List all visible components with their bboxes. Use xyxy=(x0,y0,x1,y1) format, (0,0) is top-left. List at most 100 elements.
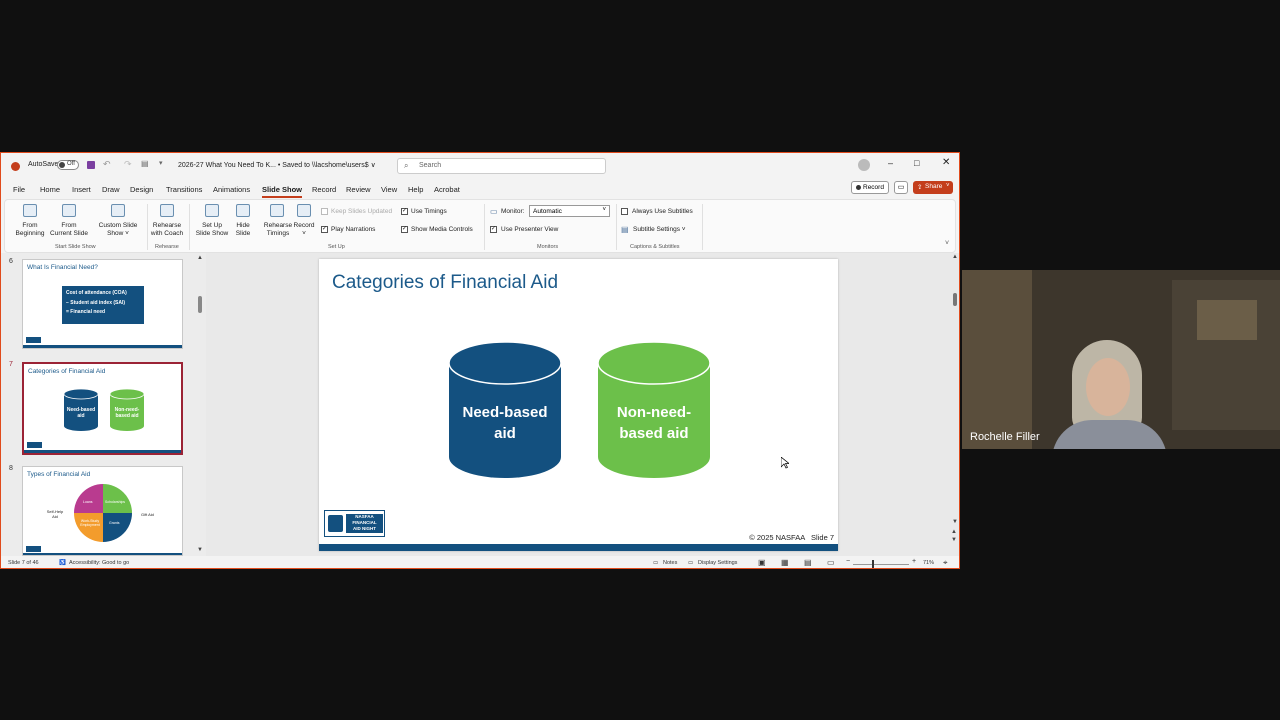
notes-icon[interactable]: ▭ xyxy=(653,560,658,566)
zoom-slider[interactable] xyxy=(853,564,909,565)
tab-file[interactable]: File xyxy=(13,185,25,194)
slide-footer: © 2025 NASFAA Slide 7 xyxy=(749,533,834,542)
nasfaa-logo-icon xyxy=(328,515,343,532)
present-icon[interactable]: ▤ xyxy=(141,159,149,168)
tab-record[interactable]: Record xyxy=(312,185,336,194)
tab-help[interactable]: Help xyxy=(408,185,423,194)
slide-sorter-icon[interactable]: ▦ xyxy=(781,558,789,567)
scroll-down-icon[interactable]: ▼ xyxy=(952,519,958,525)
setup-slide-show-button[interactable]: Set Up Slide Show xyxy=(193,222,231,238)
presenter-view-checkbox[interactable]: ✓ xyxy=(490,226,497,233)
thumbnail-scrollbar-thumb[interactable] xyxy=(198,296,202,313)
notes-button[interactable]: Notes xyxy=(663,560,677,566)
customize-toolbar-icon[interactable]: ▾ xyxy=(159,159,163,167)
share-label: Share xyxy=(925,183,943,190)
reading-view-icon[interactable]: ▤ xyxy=(804,558,812,567)
keep-slides-updated-checkbox[interactable] xyxy=(321,208,328,215)
hide-slide-button[interactable]: Hide Slide xyxy=(231,222,255,238)
tab-animations[interactable]: Animations xyxy=(213,185,250,194)
autosave-toggle[interactable]: Off xyxy=(57,160,79,170)
thumbnail-nonneed-label: Non-need-based aid xyxy=(114,407,140,419)
minimize-icon[interactable]: – xyxy=(888,158,893,168)
slide-scrollbar-thumb[interactable] xyxy=(953,293,957,306)
scroll-up-icon[interactable]: ▲ xyxy=(197,255,203,261)
comments-button[interactable]: ▭ xyxy=(894,181,908,194)
from-beginning-button[interactable]: From Beginning xyxy=(13,222,47,238)
slide-title[interactable]: Categories of Financial Aid xyxy=(332,272,558,294)
accessibility-icon[interactable]: ♿ xyxy=(59,560,66,566)
nasfaa-logo-icon xyxy=(26,337,41,343)
tab-home[interactable]: Home xyxy=(40,185,60,194)
nasfaa-logo: NASFAA FINANCIAL AID NIGHT xyxy=(324,510,385,537)
subtitle-settings-icon: ▤ xyxy=(621,225,629,234)
tab-view[interactable]: View xyxy=(381,185,397,194)
slide-thumbnail-6[interactable]: What Is Financial Need? Cost of attendan… xyxy=(22,259,183,349)
save-icon[interactable] xyxy=(87,161,95,169)
status-bar: Slide 7 of 46 ♿ Accessibility: Good to g… xyxy=(1,556,959,568)
accessibility-status[interactable]: Accessibility: Good to go xyxy=(69,560,129,566)
participant-name: Rochelle Filler xyxy=(970,431,1040,443)
close-icon[interactable]: ✕ xyxy=(942,157,950,168)
subtitle-settings-button[interactable]: Subtitle Settings ˅ xyxy=(633,226,686,233)
undo-icon[interactable]: ↶ xyxy=(103,159,111,170)
monitor-label: Monitor: xyxy=(501,208,525,215)
tab-acrobat[interactable]: Acrobat xyxy=(434,185,460,194)
use-timings-checkbox[interactable]: ✓ xyxy=(401,208,408,215)
maximize-icon[interactable]: □ xyxy=(914,158,919,168)
zoom-in-icon[interactable]: + xyxy=(912,558,916,565)
tab-draw[interactable]: Draw xyxy=(102,185,120,194)
record-slide-button[interactable]: Record ˅ xyxy=(293,222,315,238)
custom-slide-show-button[interactable]: Custom Slide Show ˅ xyxy=(95,222,141,238)
zoom-out-icon[interactable]: − xyxy=(846,558,850,565)
account-avatar[interactable] xyxy=(858,159,870,171)
rehearse-timings-icon xyxy=(270,204,284,217)
play-narrations-checkbox[interactable]: ✓ xyxy=(321,226,328,233)
scroll-up-icon[interactable]: ▲ xyxy=(952,254,958,260)
collapse-ribbon-icon[interactable]: ˅ xyxy=(945,240,949,247)
previous-slide-icon[interactable]: ▲ xyxy=(951,529,957,535)
document-title[interactable]: 2026-27 What You Need To K... • Saved to… xyxy=(178,161,376,169)
nasfaa-logo-icon xyxy=(26,546,41,552)
scroll-down-icon[interactable]: ▼ xyxy=(197,547,203,553)
rehearse-timings-button[interactable]: Rehearse Timings xyxy=(261,222,295,238)
nasfaa-logo-icon xyxy=(27,442,42,448)
share-icon: ⇪ xyxy=(917,184,923,191)
search-box[interactable]: ⌕ Search xyxy=(397,158,606,174)
tab-transitions[interactable]: Transitions xyxy=(166,185,202,194)
tab-slide-show[interactable]: Slide Show xyxy=(262,185,303,198)
rehearse-with-coach-button[interactable]: Rehearse with Coach xyxy=(149,222,185,238)
group-start-slide-show: Start Slide Show xyxy=(55,244,96,250)
next-slide-icon[interactable]: ▼ xyxy=(951,537,957,543)
tab-review[interactable]: Review xyxy=(346,185,371,194)
use-timings-label: Use Timings xyxy=(411,208,447,215)
record-button[interactable]: Record xyxy=(851,181,889,194)
always-subtitles-checkbox[interactable] xyxy=(621,208,628,215)
footer-bar xyxy=(319,544,838,551)
normal-view-icon[interactable]: ▣ xyxy=(758,558,766,567)
share-button[interactable]: ⇪ Share ˅ xyxy=(913,181,953,194)
thumb-quad-label: Scholarships xyxy=(105,500,126,504)
thumbnail-need-label: Need-based aid xyxy=(66,407,96,419)
display-settings-button[interactable]: Display Settings xyxy=(698,560,737,566)
thumbnail-formula-box: Cost of attendance (COA) − Student aid i… xyxy=(62,286,144,324)
slide-number: 6 xyxy=(9,258,13,265)
slideshow-view-icon[interactable]: ▭ xyxy=(827,558,835,567)
monitor-select[interactable]: Automatic ˅ xyxy=(529,205,610,217)
show-media-controls-checkbox[interactable]: ✓ xyxy=(401,226,408,233)
video-tile: Rochelle Filler xyxy=(962,270,1280,449)
slide-thumbnail-7[interactable]: Categories of Financial Aid Need-based a… xyxy=(22,362,183,455)
thumbnail-title: Types of Financial Aid xyxy=(27,471,91,478)
custom-slide-show-icon xyxy=(111,204,125,217)
slide-canvas[interactable]: Categories of Financial Aid Need-based ai… xyxy=(319,259,838,551)
record-dot-icon xyxy=(856,185,861,190)
fit-to-window-icon[interactable]: ⌖ xyxy=(943,558,948,568)
redo-icon[interactable]: ↷ xyxy=(124,159,132,170)
rehearse-coach-icon xyxy=(160,204,174,217)
slide-thumbnail-8[interactable]: Types of Financial Aid Loans Scholarship… xyxy=(22,466,183,556)
display-settings-icon[interactable]: ▭ xyxy=(688,560,693,566)
zoom-level[interactable]: 71% xyxy=(923,560,934,566)
tab-insert[interactable]: Insert xyxy=(72,185,91,194)
tab-design[interactable]: Design xyxy=(130,185,153,194)
zoom-slider-handle[interactable] xyxy=(872,560,874,568)
from-current-slide-button[interactable]: From Current Slide xyxy=(49,222,89,238)
